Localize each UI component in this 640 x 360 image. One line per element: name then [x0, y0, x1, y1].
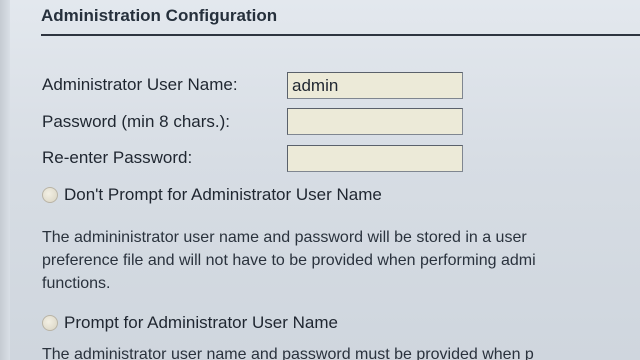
- dont-prompt-radio[interactable]: [42, 187, 58, 203]
- prompt-radio[interactable]: [42, 315, 58, 331]
- window-edge: [0, 0, 10, 360]
- dont-prompt-description: The admininistrator user name and passwo…: [42, 226, 640, 295]
- dont-prompt-label: Don't Prompt for Administrator User Name: [64, 185, 382, 204]
- description-line: functions.: [42, 275, 111, 292]
- username-input[interactable]: [287, 72, 463, 99]
- dont-prompt-option[interactable]: Don't Prompt for Administrator User Name: [42, 185, 382, 205]
- description-line: preference file and will not have to be …: [42, 252, 536, 269]
- section-title: Administration Configuration: [41, 6, 278, 25]
- description-line: The admininistrator user name and passwo…: [42, 229, 527, 246]
- password-label: Password (min 8 chars.):: [42, 112, 230, 131]
- username-label: Administrator User Name:: [42, 75, 238, 94]
- reenter-password-input[interactable]: [287, 145, 463, 172]
- section-divider: [41, 34, 640, 36]
- prompt-description: The administrator user name and password…: [42, 346, 534, 360]
- screen: Administration Configuration Administrat…: [0, 0, 640, 360]
- password-input[interactable]: [287, 108, 463, 135]
- prompt-option[interactable]: Prompt for Administrator User Name: [42, 313, 338, 333]
- reenter-password-label: Re-enter Password:: [42, 148, 193, 167]
- prompt-label: Prompt for Administrator User Name: [64, 313, 338, 332]
